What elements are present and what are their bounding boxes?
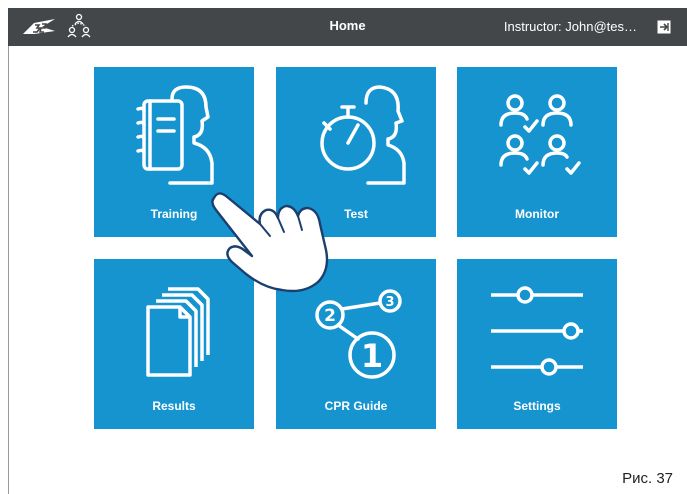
instructor-label: Instructor: John@tes… xyxy=(503,19,637,34)
tile-label: Monitor xyxy=(515,207,559,221)
training-notebook-head-icon xyxy=(136,85,214,185)
tile-label: Results xyxy=(152,399,196,413)
svg-text:2: 2 xyxy=(324,306,336,326)
pointing-hand-icon xyxy=(211,192,329,293)
svg-text:3: 3 xyxy=(385,295,394,310)
stopwatch-head-icon xyxy=(320,85,406,185)
top-bar: Home Instructor: John@tes… xyxy=(8,8,687,46)
sliders-icon xyxy=(491,286,583,376)
tile-label: Settings xyxy=(513,399,561,413)
figure-caption: Рис. 37 xyxy=(622,470,673,487)
tile-monitor[interactable]: Monitor xyxy=(457,67,617,237)
logout-icon[interactable] xyxy=(657,20,671,34)
monitor-users-check-icon xyxy=(499,94,581,175)
tile-settings[interactable]: Settings xyxy=(457,259,617,429)
svg-text:1: 1 xyxy=(361,337,383,375)
tile-label: CPR Guide xyxy=(324,399,388,413)
